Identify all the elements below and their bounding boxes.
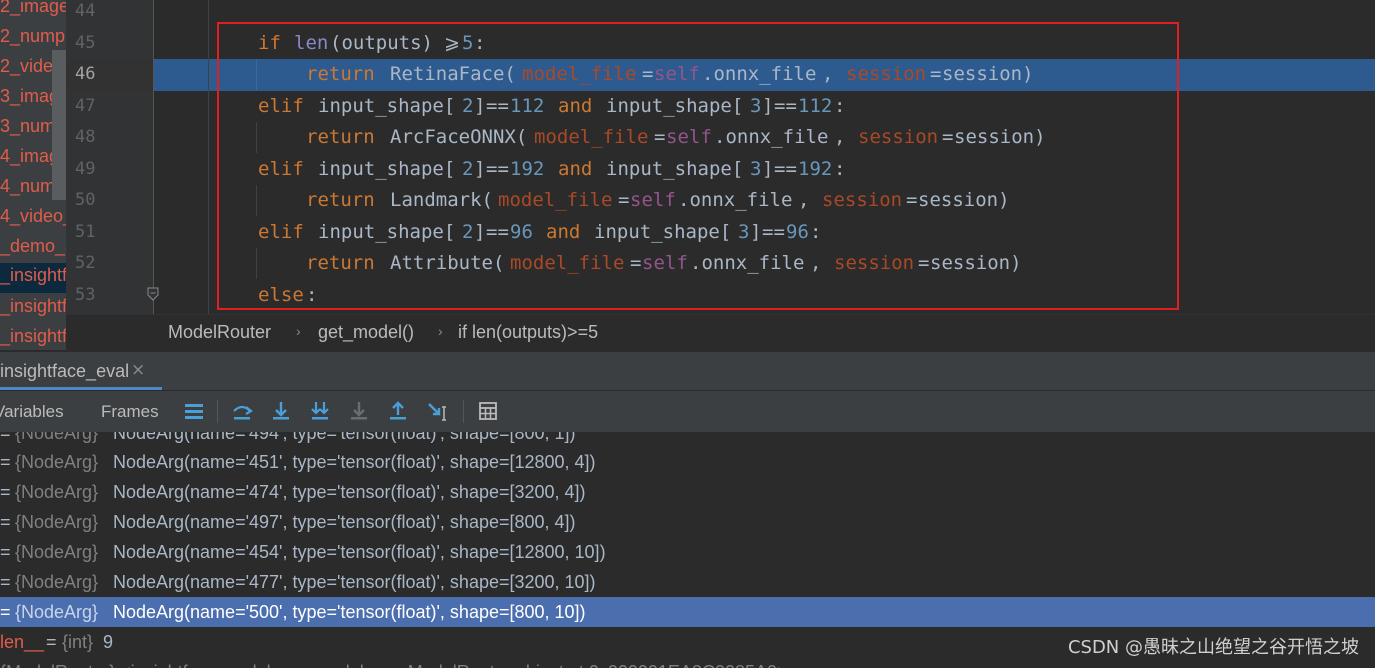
tree-item[interactable]: _demo_a: [0, 234, 66, 264]
run-to-cursor-icon[interactable]: [427, 400, 449, 422]
variable-row[interactable]: = {NodeArg} NodeArg(name='477', type='te…: [0, 567, 1375, 597]
breadcrumb-separator: ›: [296, 323, 301, 339]
watermark: CSDN @愚昧之山绝望之谷开悟之坡: [1067, 637, 1359, 658]
tree-item[interactable]: _insightf: [0, 324, 66, 350]
evaluate-expression-icon[interactable]: [477, 400, 499, 422]
step-into-icon[interactable]: [270, 400, 292, 422]
line-number-current: 46: [66, 59, 154, 91]
debug-toolbar: Variables Frames: [0, 391, 1375, 433]
variable-row[interactable]: = {NodeArg} NodeArg(name='497', type='te…: [0, 507, 1375, 537]
tree-item[interactable]: _insightf: [0, 294, 66, 324]
variable-row[interactable]: = {NodeArg} NodeArg(name='474', type='te…: [0, 477, 1375, 507]
breadcrumb-item-statement[interactable]: if len(outputs)>=5: [458, 322, 598, 343]
tree-item-selected[interactable]: _insightf: [0, 263, 66, 293]
code-line-51[interactable]: elif input_shape[ 2 ] == 96 and input_sh…: [154, 217, 1375, 249]
close-icon[interactable]: ×: [131, 360, 145, 380]
breadcrumb-item-method[interactable]: get_model(): [318, 322, 414, 343]
line-number: 45: [75, 32, 96, 53]
debug-session-tabbar: insightface_eval ×: [0, 352, 1375, 391]
tab-frames[interactable]: Frames: [101, 402, 159, 422]
tree-item[interactable]: 4_video_: [0, 204, 66, 234]
breadcrumb-separator: ›: [438, 323, 443, 339]
breadcrumb-item-class[interactable]: ModelRouter: [168, 322, 271, 343]
active-tab-indicator: [0, 387, 162, 390]
tree-scrollbar[interactable]: [52, 50, 66, 200]
line-number: 49: [75, 158, 96, 179]
indent-guide: [256, 122, 257, 153]
force-step-into-icon[interactable]: [348, 400, 370, 422]
code-line-53[interactable]: else :: [154, 280, 1375, 312]
code-line-52[interactable]: return Attribute( model_file = self .onn…: [154, 248, 1375, 280]
line-number: 47: [75, 95, 96, 116]
line-number: 48: [75, 127, 96, 147]
line-number: 44: [75, 1, 96, 21]
variable-row[interactable]: = {NodeArg} NodeArg(name='451', type='te…: [0, 447, 1375, 477]
breadcrumb: ModelRouter › get_model() › if len(outpu…: [66, 314, 1375, 352]
code-line-49[interactable]: elif input_shape[ 2 ] == 192 and input_s…: [154, 154, 1375, 186]
indent-guide: [208, 0, 209, 314]
layout-icon[interactable]: [183, 400, 205, 422]
toolbar-separator: [217, 400, 218, 423]
show-execution-point-icon[interactable]: [231, 400, 253, 422]
line-number: 51: [75, 221, 96, 242]
debug-session-tab-label: insightface_eval: [0, 361, 130, 381]
line-number: 52: [75, 253, 96, 273]
code-line-50[interactable]: return Landmark( model_file = self .onnx…: [154, 185, 1375, 217]
code-line-45[interactable]: if len (outputs) ⩾ 5 :: [154, 28, 1375, 60]
line-number: 53: [75, 284, 96, 305]
toolbar-separator: [463, 400, 464, 423]
code-line-48[interactable]: return ArcFaceONNX( model_file = self .o…: [154, 122, 1375, 154]
project-tree-panel: 2_image 2_nump 2_video_ 3_image 3_nump 4…: [0, 0, 66, 350]
variable-row[interactable]: = {NodeArg} NodeArg(name='494', type='te…: [0, 432, 1375, 448]
variable-row-selected[interactable]: = {NodeArg} NodeArg(name='500', type='te…: [0, 597, 1375, 627]
variable-row[interactable]: = {NodeArg} NodeArg(name='454', type='te…: [0, 537, 1375, 567]
debug-session-tab[interactable]: insightface_eval: [0, 352, 129, 388]
tab-variables[interactable]: Variables: [0, 402, 64, 422]
code-line-46-current[interactable]: return RetinaFace( model_file = self .on…: [154, 59, 1375, 91]
step-into-my-code-icon[interactable]: [309, 400, 331, 422]
indent-guide: [256, 248, 257, 279]
indent-guide: [256, 59, 257, 90]
indent-guide: [256, 185, 257, 216]
line-number: 50: [75, 190, 96, 210]
tree-item[interactable]: 2_image: [0, 0, 66, 24]
code-line-47[interactable]: elif input_shape[ 2 ] == 112 and input_s…: [154, 91, 1375, 123]
step-out-icon[interactable]: [387, 400, 409, 422]
